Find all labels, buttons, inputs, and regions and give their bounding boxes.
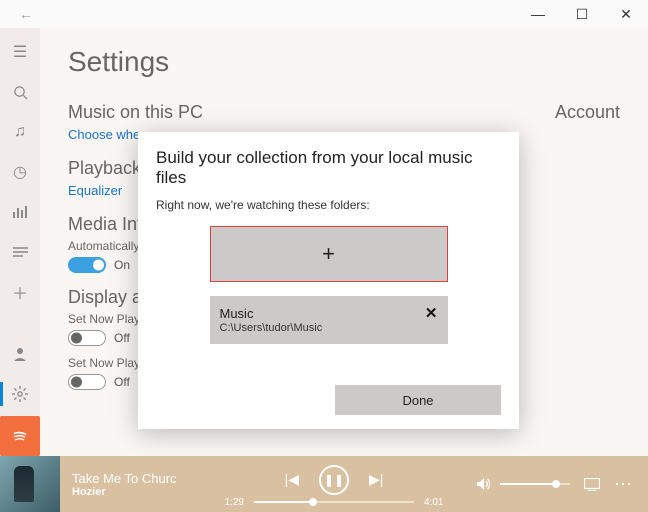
section-music-on-pc: Music on this PC bbox=[68, 102, 203, 123]
build-collection-dialog: Build your collection from your local mu… bbox=[138, 132, 519, 429]
add-folder-button[interactable]: + bbox=[210, 226, 448, 282]
prev-button[interactable]: |◀ bbox=[285, 471, 299, 488]
back-button[interactable]: ← bbox=[4, 0, 48, 28]
minimize-button[interactable]: — bbox=[516, 0, 560, 28]
equalizer-link[interactable]: Equalizer bbox=[68, 183, 122, 198]
plus-icon: + bbox=[322, 241, 335, 267]
app-window: ← — ☐ ✕ ☰ ♫ ◷ ＋ bbox=[0, 0, 648, 512]
player-bar: Take Me To Churc Hozier |◀ ❚❚ ▶| 1:29 4:… bbox=[0, 456, 648, 512]
maximize-button[interactable]: ☐ bbox=[560, 0, 604, 28]
album-art[interactable] bbox=[0, 456, 60, 512]
now-playing-toggle-2[interactable] bbox=[68, 374, 106, 390]
time-total: 4:01 bbox=[424, 497, 443, 508]
track-title: Take Me To Churc bbox=[72, 471, 192, 486]
play-pause-button[interactable]: ❚❚ bbox=[319, 465, 349, 495]
sidebar: ☰ ♫ ◷ ＋ bbox=[0, 28, 40, 456]
track-info: Take Me To Churc Hozier bbox=[72, 471, 192, 498]
spotify-icon[interactable] bbox=[0, 416, 40, 456]
add-icon[interactable]: ＋ bbox=[0, 274, 40, 310]
done-button[interactable]: Done bbox=[335, 385, 501, 415]
close-button[interactable]: ✕ bbox=[604, 0, 648, 28]
playback-controls: |◀ ❚❚ ▶| 1:29 4:01 bbox=[192, 461, 476, 508]
folder-path: C:\Users\tudor\Music bbox=[220, 322, 323, 334]
volume-slider[interactable] bbox=[500, 483, 570, 485]
remove-folder-button[interactable]: ✕ bbox=[425, 304, 438, 322]
toggle-state-off-1: Off bbox=[114, 331, 130, 345]
history-icon[interactable]: ◷ bbox=[0, 154, 40, 190]
cast-icon[interactable] bbox=[584, 478, 600, 491]
search-icon[interactable] bbox=[0, 74, 40, 110]
more-icon[interactable]: ⋯ bbox=[614, 474, 634, 495]
right-controls: ⋯ bbox=[476, 474, 634, 495]
next-button[interactable]: ▶| bbox=[369, 471, 383, 488]
music-icon[interactable]: ♫ bbox=[0, 114, 40, 150]
section-account: Account bbox=[555, 102, 620, 123]
progress-slider[interactable] bbox=[254, 501, 414, 503]
auto-retrieve-toggle[interactable] bbox=[68, 257, 106, 273]
time-elapsed: 1:29 bbox=[225, 497, 244, 508]
now-playing-icon[interactable] bbox=[0, 194, 40, 230]
watched-folder-tile[interactable]: Music C:\Users\tudor\Music ✕ bbox=[210, 296, 448, 344]
toggle-state-off-2: Off bbox=[114, 375, 130, 389]
now-playing-toggle-1[interactable] bbox=[68, 330, 106, 346]
folder-name: Music bbox=[220, 306, 323, 321]
titlebar: ← — ☐ ✕ bbox=[0, 0, 648, 28]
hamburger-icon[interactable]: ☰ bbox=[0, 34, 40, 70]
settings-icon[interactable] bbox=[0, 376, 40, 412]
account-icon[interactable] bbox=[0, 336, 40, 372]
track-artist: Hozier bbox=[72, 486, 192, 498]
volume-icon[interactable] bbox=[476, 477, 492, 491]
playlist-icon[interactable] bbox=[0, 234, 40, 270]
page-title: Settings bbox=[68, 46, 620, 78]
dialog-title: Build your collection from your local mu… bbox=[156, 148, 501, 188]
dialog-subtitle: Right now, we're watching these folders: bbox=[156, 198, 501, 212]
toggle-state-on: On bbox=[114, 258, 130, 272]
